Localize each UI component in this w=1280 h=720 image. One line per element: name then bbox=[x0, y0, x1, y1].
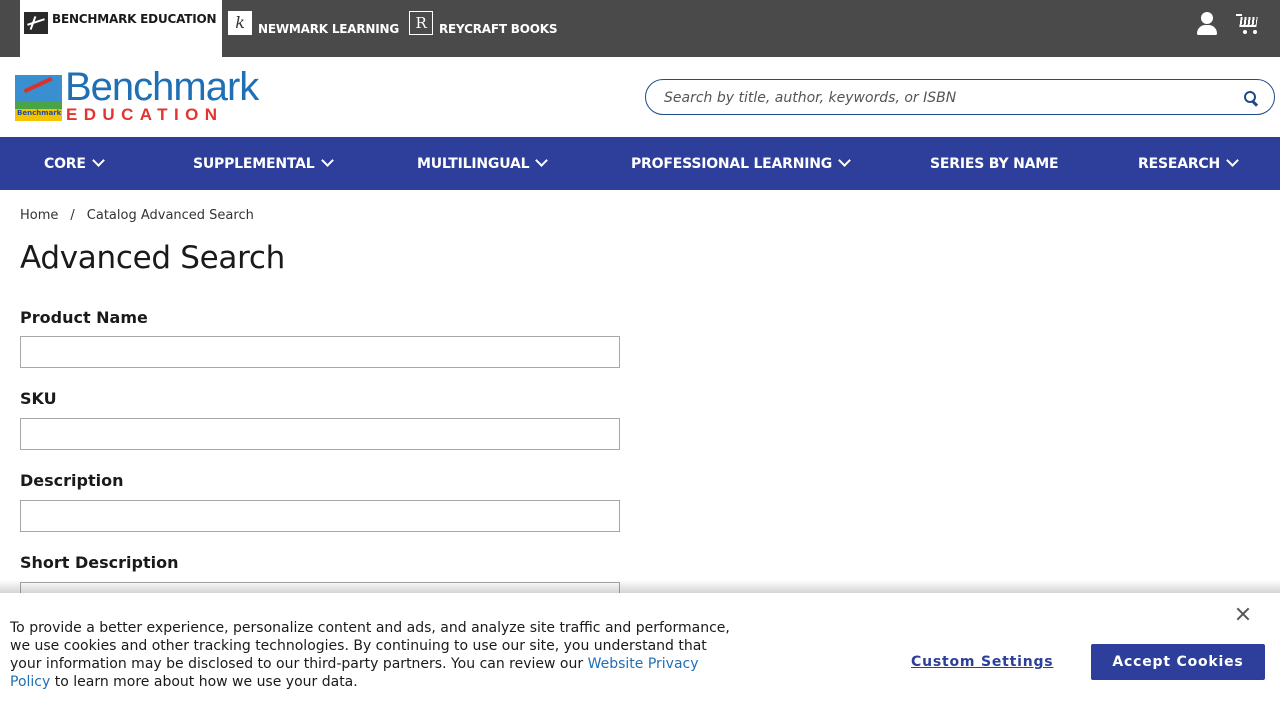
site-search bbox=[645, 79, 1275, 115]
accept-cookies-button[interactable]: Accept Cookies bbox=[1091, 644, 1265, 680]
close-icon[interactable] bbox=[1236, 607, 1250, 621]
nav-item-research[interactable]: RESEARCH bbox=[1138, 137, 1239, 190]
cookie-message-text-end: to learn more about how we use your data… bbox=[50, 674, 358, 690]
nav-item-multilingual[interactable]: MULTILINGUAL bbox=[417, 137, 549, 190]
brand-tab-benchmark-education[interactable]: BENCHMARK EDUCATION bbox=[20, 0, 222, 57]
brand-bar: BENCHMARK EDUCATION k NEWMARK LEARNING R… bbox=[0, 0, 1280, 57]
cookie-message: To provide a better experience, personal… bbox=[10, 619, 730, 691]
chevron-down-icon bbox=[1226, 154, 1239, 167]
nav-label: CORE bbox=[44, 155, 86, 172]
product-name-label: Product Name bbox=[20, 308, 148, 327]
nav-item-professional-learning[interactable]: PROFESSIONAL LEARNING bbox=[631, 137, 851, 190]
nav-label: RESEARCH bbox=[1138, 155, 1220, 172]
page-title: Advanced Search bbox=[20, 240, 285, 276]
chevron-down-icon bbox=[535, 154, 549, 167]
brand-label: BENCHMARK EDUCATION bbox=[52, 12, 217, 26]
user-account-icon[interactable] bbox=[1196, 12, 1218, 36]
sku-label: SKU bbox=[20, 389, 57, 408]
chevron-down-icon bbox=[91, 154, 105, 167]
short-description-label: Short Description bbox=[20, 553, 179, 572]
sku-input[interactable] bbox=[20, 418, 620, 450]
nav-label: SUPPLEMENTAL bbox=[193, 155, 315, 172]
newmark-logo-icon: k bbox=[228, 10, 252, 35]
account-actions bbox=[1196, 12, 1260, 36]
cookie-banner: To provide a better experience, personal… bbox=[0, 593, 1280, 720]
nav-label: MULTILINGUAL bbox=[417, 155, 530, 172]
brand-label: REYCRAFT BOOKS bbox=[439, 21, 558, 36]
brand-label: NEWMARK LEARNING bbox=[258, 21, 399, 36]
logo-wordmark-line2: EDUCATION bbox=[66, 105, 224, 124]
breadcrumb-current: Catalog Advanced Search bbox=[86, 208, 254, 223]
nav-label: PROFESSIONAL LEARNING bbox=[631, 155, 833, 172]
custom-settings-button[interactable]: Custom Settings bbox=[911, 654, 1053, 670]
brand-tab-newmark-learning[interactable]: k NEWMARK LEARNING bbox=[228, 0, 399, 57]
benchmark-logo-icon bbox=[24, 12, 48, 34]
shopping-cart-icon[interactable] bbox=[1236, 12, 1260, 36]
logo-emblem-text: Benchmark bbox=[17, 109, 62, 117]
logo-emblem-icon: Benchmark bbox=[15, 75, 62, 121]
description-label: Description bbox=[20, 471, 124, 490]
product-name-input[interactable] bbox=[20, 336, 620, 368]
chevron-down-icon bbox=[320, 154, 334, 167]
search-icon[interactable] bbox=[1244, 91, 1258, 105]
reycraft-logo-icon: R bbox=[409, 10, 433, 35]
nav-item-core[interactable]: CORE bbox=[44, 137, 105, 190]
nav-item-series-by-name[interactable]: SERIES BY NAME bbox=[930, 137, 1059, 190]
description-input[interactable] bbox=[20, 500, 620, 532]
breadcrumb-separator: / bbox=[70, 208, 75, 223]
search-input[interactable] bbox=[664, 88, 1224, 108]
breadcrumb-home-link[interactable]: Home bbox=[20, 208, 58, 223]
breadcrumb: Home / Catalog Advanced Search bbox=[20, 208, 254, 223]
nav-label: SERIES BY NAME bbox=[930, 155, 1059, 172]
nav-item-supplemental[interactable]: SUPPLEMENTAL bbox=[193, 137, 334, 190]
logo-wordmark-line1: Benchmark bbox=[65, 65, 259, 109]
main-navigation: CORE SUPPLEMENTAL MULTILINGUAL PROFESSIO… bbox=[0, 137, 1280, 190]
chevron-down-icon bbox=[838, 154, 851, 167]
site-logo[interactable]: Benchmark Benchmark EDUCATION bbox=[15, 67, 270, 124]
cookie-banner-shadow bbox=[0, 580, 1280, 594]
brand-tab-reycraft-books[interactable]: R REYCRAFT BOOKS bbox=[409, 0, 557, 57]
